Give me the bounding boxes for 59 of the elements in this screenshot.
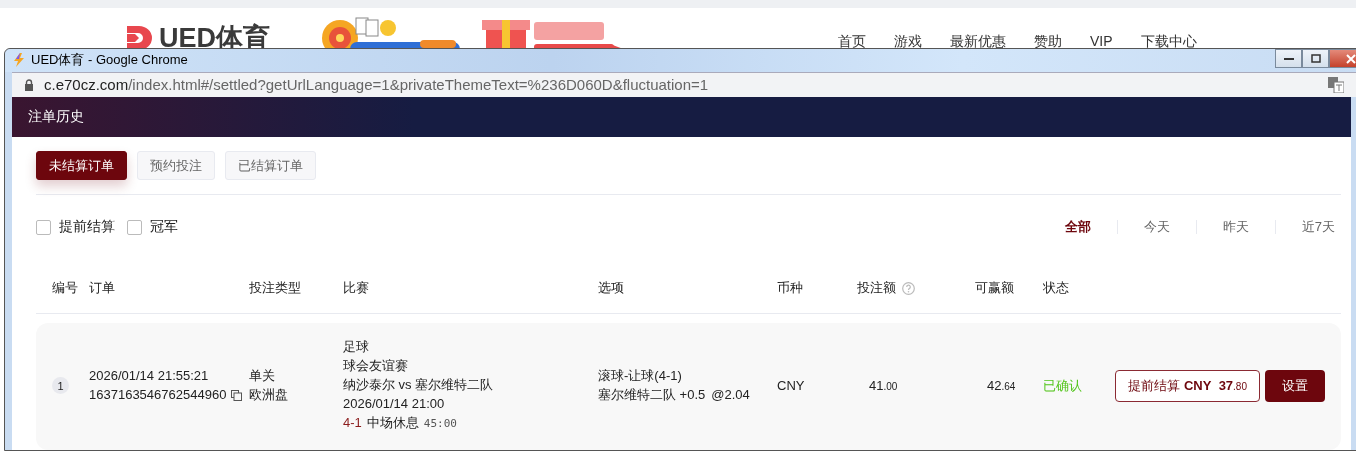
nav-link[interactable]: 首页: [838, 33, 866, 51]
url-text: c.e70cz.com/index.html#/settled?getUrlLanguage=1&privateThemeText=%236D060D&fluctuation=1: [44, 76, 709, 94]
tab[interactable]: 已结算订单: [225, 151, 316, 180]
close-icon: [1346, 53, 1356, 64]
checkbox[interactable]: [127, 219, 142, 235]
win-amount: 42.64: [987, 378, 1016, 393]
nav-link[interactable]: 游戏: [894, 33, 922, 51]
tab[interactable]: 未结算订单: [36, 151, 127, 180]
bet-type: 欧洲盘: [249, 387, 289, 403]
nav-link[interactable]: VIP: [1090, 33, 1113, 51]
live-score: 4-1: [343, 415, 362, 431]
copy-icon[interactable]: [231, 389, 243, 401]
checkbox-label: 提前结算: [59, 218, 115, 236]
lock-icon: [24, 78, 34, 91]
cashout-button[interactable]: 提前结算 CNY 37.80: [1115, 369, 1260, 402]
match-teams: 纳沙泰尔 vs 塞尔维特二队: [343, 377, 495, 393]
date-filter[interactable]: 全部: [1064, 218, 1091, 236]
column-header: 比赛: [343, 279, 369, 297]
market-name: 滚球-让球(4-1): [598, 368, 683, 384]
match-clock: 45:00: [423, 416, 457, 432]
currency: CNY: [777, 378, 805, 393]
column-header: 选项: [598, 279, 624, 297]
lightning-icon: [13, 53, 25, 68]
bet-type: 单关: [249, 368, 276, 384]
nav-link[interactable]: 下载中心: [1140, 33, 1197, 51]
column-header: 投注类型: [249, 279, 301, 297]
window-title: UED体育 - Google Chrome: [31, 51, 188, 70]
bet-status: 已确认: [1043, 376, 1082, 395]
bet-time: 2026/01/14 21:55:21: [89, 368, 210, 384]
address-bar[interactable]: c.e70cz.com/index.html#/settled?getUrlLanguage=1&privateThemeText=%236D060D&fluctuation=1: [12, 71, 1356, 97]
row-index: 1: [52, 377, 69, 394]
date-filter[interactable]: 昨天: [1222, 218, 1249, 236]
page-title: 注单历史: [28, 108, 84, 126]
maximize-icon: [1310, 54, 1321, 63]
nav-link[interactable]: 赞助: [1034, 33, 1062, 51]
sport-name: 足球: [343, 339, 370, 355]
kickoff-time: 2026/01/14 21:00: [343, 396, 446, 412]
column-header: 币种: [777, 279, 803, 297]
maximize-button[interactable]: [1302, 49, 1329, 68]
translate-icon[interactable]: [1328, 76, 1344, 93]
selection-name: 塞尔维特二队 +0.5: [598, 387, 706, 403]
checkbox-label: 冠军: [150, 218, 178, 236]
column-header: 订单: [89, 279, 115, 297]
minimize-button[interactable]: [1275, 49, 1302, 68]
tab[interactable]: 预约投注: [137, 151, 215, 180]
column-header: 可赢额: [975, 279, 1014, 297]
odds-value: @2.04: [711, 387, 750, 403]
column-header: 投注额: [857, 279, 896, 297]
date-filter[interactable]: 今天: [1143, 218, 1170, 236]
match-period: 中场休息: [366, 415, 419, 431]
league-name: 球会友谊赛: [343, 358, 409, 374]
checkbox[interactable]: [36, 219, 51, 235]
column-header: 编号: [52, 279, 78, 297]
order-number: 1637163546762544960: [89, 387, 227, 403]
column-header: 状态: [1043, 279, 1069, 297]
stake-amount: 41.00: [869, 378, 898, 393]
nav-link[interactable]: 最新优惠: [950, 33, 1006, 51]
settings-button[interactable]: 设置: [1265, 369, 1325, 402]
date-filter[interactable]: 近7天: [1301, 218, 1335, 236]
